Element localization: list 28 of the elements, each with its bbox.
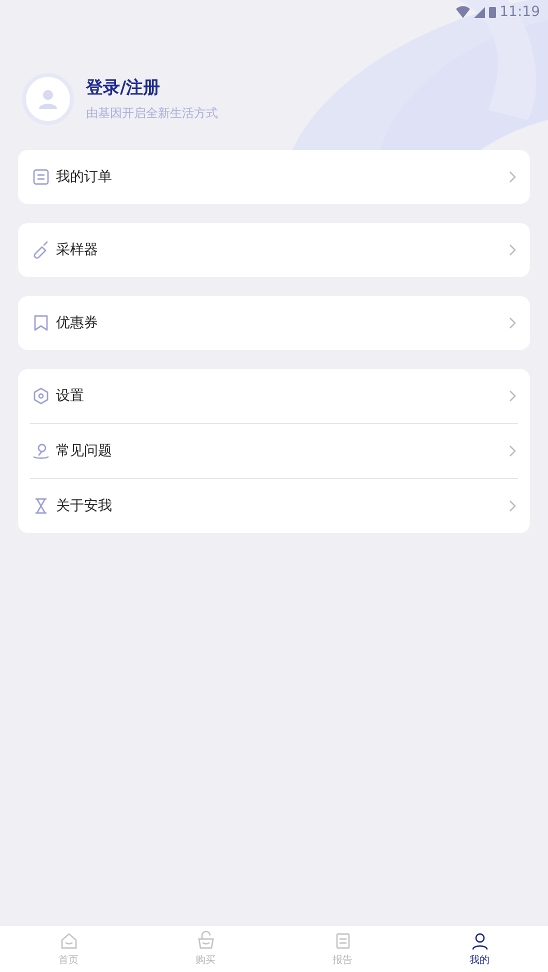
person-pin-icon: [32, 442, 50, 460]
chevron-right-icon: [508, 390, 516, 402]
menu-item[interactable]: 优惠券: [56, 314, 502, 332]
person-icon: [470, 931, 490, 951]
chevron-right-icon: [508, 445, 516, 457]
menu-item[interactable]: 我的订单: [56, 168, 502, 186]
avatar[interactable]: [26, 77, 70, 121]
wifi-icon: [456, 6, 470, 18]
menu-item[interactable]: 关于安我: [56, 497, 502, 515]
menu-item[interactable]: 采样器: [56, 241, 502, 259]
clock-time: 11:19: [500, 4, 540, 20]
list-icon: [32, 168, 50, 186]
person-icon: [39, 89, 57, 109]
tab[interactable]: 我的: [411, 926, 548, 972]
profile-subtitle: 由基因开启全新生活方式: [86, 105, 218, 122]
chevron-right-icon: [508, 244, 516, 256]
home-icon: [58, 931, 78, 951]
settings-icon: [32, 387, 50, 405]
menu-item[interactable]: 常见问题: [56, 442, 502, 460]
chevron-right-icon: [508, 171, 516, 183]
bookmark-icon: [32, 314, 50, 332]
tube-icon: [32, 241, 50, 259]
menu-item[interactable]: 设置: [56, 387, 502, 405]
chevron-right-icon: [508, 500, 516, 512]
chevron-right-icon: [508, 317, 516, 329]
signal-icon: [474, 6, 485, 18]
login-link[interactable]: 登录/注册: [86, 76, 218, 99]
basket-icon: [196, 931, 216, 951]
